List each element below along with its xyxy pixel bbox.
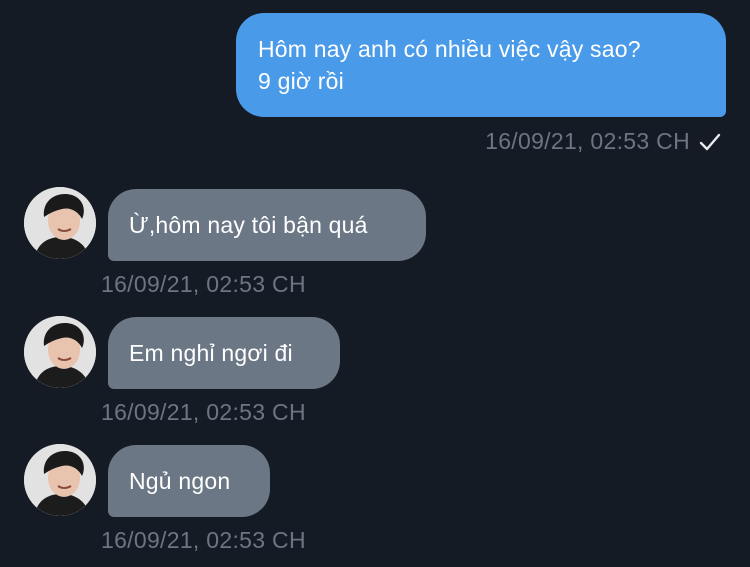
contact-avatar[interactable] — [24, 316, 96, 388]
incoming-message-timestamp: 16/09/21, 02:53 CH — [101, 399, 306, 425]
incoming-message-bubble[interactable]: Em nghỉ ngơi đi — [108, 317, 340, 389]
chat-thread: Hôm nay anh có nhiều việc vậy sao? 9 giờ… — [0, 0, 750, 567]
outgoing-message-bubble[interactable]: Hôm nay anh có nhiều việc vậy sao? 9 giờ… — [236, 13, 726, 117]
incoming-message-bubble[interactable]: Ừ,hôm nay tôi bận quá — [108, 189, 426, 261]
avatar-portrait-icon — [24, 444, 96, 516]
incoming-message-bubble[interactable]: Ngủ ngon — [108, 445, 270, 517]
outgoing-message-timestamp: 16/09/21, 02:53 CH — [485, 128, 690, 154]
avatar-portrait-icon — [24, 187, 96, 259]
incoming-message-timestamp: 16/09/21, 02:53 CH — [101, 527, 306, 553]
contact-avatar[interactable] — [24, 444, 96, 516]
read-checkmark-icon — [699, 133, 721, 151]
incoming-message-timestamp: 16/09/21, 02:53 CH — [101, 271, 306, 297]
contact-avatar[interactable] — [24, 187, 96, 259]
avatar-portrait-icon — [24, 316, 96, 388]
